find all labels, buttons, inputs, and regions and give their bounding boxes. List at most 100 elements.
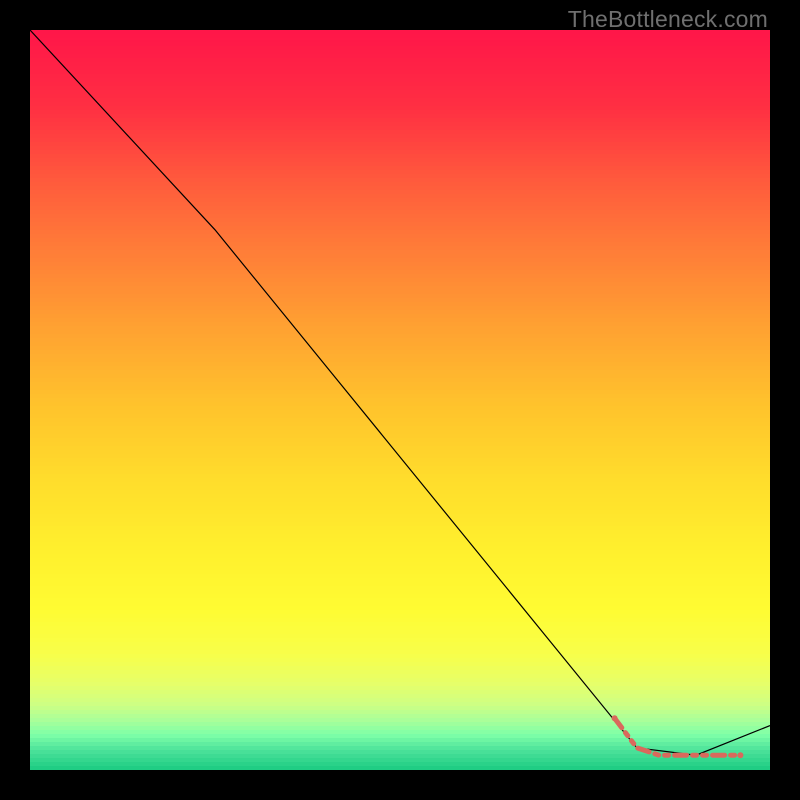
bg-band	[30, 522, 770, 527]
bg-band	[30, 642, 770, 647]
bg-band	[30, 154, 770, 159]
bg-band	[30, 266, 770, 271]
bg-band	[30, 498, 770, 503]
bg-band	[30, 322, 770, 327]
bg-band	[30, 242, 770, 247]
bg-band	[30, 626, 770, 631]
bottleneck-chart	[30, 30, 770, 770]
bg-band	[30, 654, 770, 659]
bg-band	[30, 734, 770, 739]
bg-band	[30, 106, 770, 111]
bg-band	[30, 710, 770, 715]
bg-band	[30, 670, 770, 675]
bg-band	[30, 490, 770, 495]
bg-band	[30, 510, 770, 515]
bg-band	[30, 158, 770, 163]
bg-band	[30, 234, 770, 239]
bg-band	[30, 630, 770, 635]
bg-band	[30, 638, 770, 643]
bg-band	[30, 202, 770, 207]
bg-band	[30, 274, 770, 279]
bg-band	[30, 470, 770, 475]
bg-band	[30, 374, 770, 379]
bg-band	[30, 370, 770, 375]
bg-band	[30, 722, 770, 727]
bg-band	[30, 102, 770, 107]
bg-band	[30, 758, 770, 763]
bg-band	[30, 542, 770, 547]
bg-band	[30, 386, 770, 391]
bg-band	[30, 330, 770, 335]
bg-band	[30, 742, 770, 747]
bg-band	[30, 382, 770, 387]
bg-band	[30, 438, 770, 443]
bg-band	[30, 582, 770, 587]
bg-band	[30, 358, 770, 363]
bg-band	[30, 390, 770, 395]
bg-band	[30, 534, 770, 539]
bg-band	[30, 566, 770, 571]
bg-band	[30, 34, 770, 39]
bg-band	[30, 366, 770, 371]
bg-band	[30, 190, 770, 195]
bg-band	[30, 94, 770, 99]
bg-band	[30, 486, 770, 491]
bg-band	[30, 494, 770, 499]
bg-band	[30, 166, 770, 171]
bg-band	[30, 570, 770, 575]
bg-band	[30, 70, 770, 75]
bg-band	[30, 474, 770, 479]
bg-band	[30, 342, 770, 347]
bg-band	[30, 410, 770, 415]
bg-band	[30, 586, 770, 591]
bg-band	[30, 278, 770, 283]
bg-band	[30, 418, 770, 423]
bg-band	[30, 422, 770, 427]
bg-band	[30, 514, 770, 519]
highlight-dot	[612, 715, 618, 721]
bg-band	[30, 762, 770, 767]
bg-band	[30, 286, 770, 291]
bg-band	[30, 110, 770, 115]
bg-band	[30, 550, 770, 555]
bg-band	[30, 718, 770, 723]
bg-band	[30, 134, 770, 139]
bg-band	[30, 258, 770, 263]
bg-band	[30, 766, 770, 770]
bg-band	[30, 406, 770, 411]
bg-band	[30, 338, 770, 343]
bg-band	[30, 554, 770, 559]
bg-band	[30, 518, 770, 523]
bg-band	[30, 726, 770, 731]
bg-band	[30, 606, 770, 611]
bg-band	[30, 250, 770, 255]
bg-band	[30, 450, 770, 455]
bg-band	[30, 86, 770, 91]
bg-band	[30, 178, 770, 183]
bg-band	[30, 442, 770, 447]
bg-band	[30, 574, 770, 579]
bg-band	[30, 578, 770, 583]
bg-band	[30, 66, 770, 71]
bg-band	[30, 314, 770, 319]
bg-band	[30, 138, 770, 143]
bg-band	[30, 182, 770, 187]
bg-band	[30, 614, 770, 619]
bg-band	[30, 210, 770, 215]
bg-band	[30, 206, 770, 211]
bg-band	[30, 194, 770, 199]
bg-band	[30, 282, 770, 287]
bg-band	[30, 298, 770, 303]
bg-band	[30, 634, 770, 639]
bg-band	[30, 622, 770, 627]
bg-band	[30, 506, 770, 511]
bg-band	[30, 126, 770, 131]
bg-band	[30, 446, 770, 451]
bg-band	[30, 82, 770, 87]
bg-band	[30, 198, 770, 203]
bg-band	[30, 598, 770, 603]
bg-band	[30, 346, 770, 351]
bg-band	[30, 326, 770, 331]
bg-band	[30, 114, 770, 119]
bg-band	[30, 646, 770, 651]
